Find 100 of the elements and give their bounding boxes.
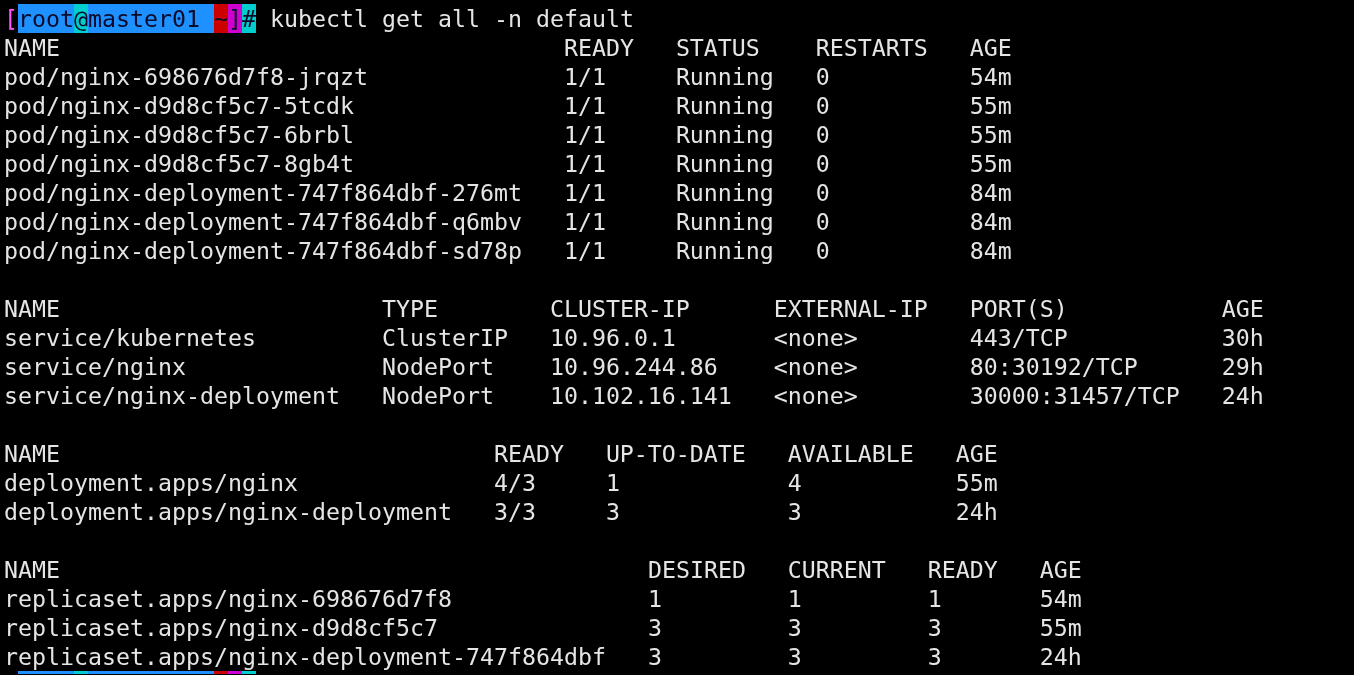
table-cell: 10.96.0.1 [549,324,676,351]
table-cell: Running [675,63,774,90]
table-cell: <none> [773,324,858,351]
column-header: EXTERNAL-IP [773,295,928,322]
table-cell: 3 [927,614,942,641]
column-header: STATUS [675,34,760,61]
column-header: AVAILABLE [787,440,914,467]
prompt-segment: root [18,4,74,33]
table-cell: 10.102.16.141 [549,382,732,409]
table-cell: pod/nginx-deployment-747f864dbf-sd78p [4,237,522,264]
table-cell: 84m [969,237,1012,264]
table-cell: 1/1 [563,237,606,264]
table-cell: 1 [647,585,662,612]
table-cell: 55m [969,150,1012,177]
prompt-segment: @ [74,4,88,33]
column-header: AGE [969,34,1012,61]
table-cell: 3 [787,643,802,670]
table-cell: 55m [969,121,1012,148]
table-cell: 54m [969,63,1012,90]
table-cell: pod/nginx-d9d8cf5c7-5tcdk [4,92,354,119]
column-header: PORT(S) [969,295,1068,322]
table-cell: <none> [773,353,858,380]
table-cell: 1/1 [563,121,606,148]
table-cell: 30h [1221,324,1264,351]
table-cell: 0 [815,237,830,264]
table-cell: 0 [815,121,830,148]
table-cell: 30000:31457/TCP [969,382,1180,409]
column-header: NAME [4,440,60,467]
table-cell: 1 [787,585,802,612]
table-cell: 1/1 [563,92,606,119]
column-header: AGE [955,440,998,467]
column-header: AGE [1039,556,1082,583]
column-header: READY [493,440,564,467]
column-header: NAME [4,295,60,322]
table-cell: 3 [647,643,662,670]
table-cell: Running [675,208,774,235]
table-cell: 0 [815,150,830,177]
table-cell: Running [675,179,774,206]
column-header: CLUSTER-IP [549,295,690,322]
column-header: NAME [4,34,60,61]
table-cell: 3/3 [493,498,536,525]
table-cell: deployment.apps/nginx-deployment [4,498,452,525]
column-header: TYPE [381,295,438,322]
table-cell: 0 [815,179,830,206]
table-cell: 4/3 [493,469,536,496]
table-cell: replicaset.apps/nginx-deployment-747f864dbf [4,643,606,670]
table-cell: 3 [927,643,942,670]
table-cell: 1/1 [563,63,606,90]
table-cell: pod/nginx-deployment-747f864dbf-q6mbv [4,208,522,235]
table-cell: 24h [955,498,998,525]
table-cell: 0 [815,92,830,119]
table-cell: 29h [1221,353,1264,380]
table-cell: Running [675,92,774,119]
table-cell: 24h [1039,643,1082,670]
table-cell: 443/TCP [969,324,1068,351]
table-cell: 0 [815,63,830,90]
table-cell: 3 [787,614,802,641]
table-cell: deployment.apps/nginx [4,469,298,496]
table-cell: 55m [1039,614,1082,641]
prompt-segment: master01 [88,4,214,33]
column-header: UP-TO-DATE [605,440,746,467]
table-cell: 1/1 [563,150,606,177]
table-cell: 3 [647,614,662,641]
table-cell: pod/nginx-698676d7f8-jrqzt [4,63,368,90]
table-cell: service/kubernetes [4,324,256,351]
column-header: RESTARTS [815,34,928,61]
column-header: READY [927,556,998,583]
table-cell: 55m [955,469,998,496]
column-header: NAME [4,556,60,583]
table-cell: NodePort [381,382,494,409]
table-cell: service/nginx-deployment [4,382,340,409]
column-header: CURRENT [787,556,886,583]
table-cell: 24h [1221,382,1264,409]
table-cell: 84m [969,208,1012,235]
table-cell: pod/nginx-deployment-747f864dbf-276mt [4,179,522,206]
table-cell: 1 [927,585,942,612]
column-header: DESIRED [647,556,746,583]
table-cell: Running [675,237,774,264]
table-cell: 3 [787,498,802,525]
table-cell: replicaset.apps/nginx-698676d7f8 [4,585,452,612]
table-cell: 0 [815,208,830,235]
table-cell: NodePort [381,353,494,380]
table-cell: 84m [969,179,1012,206]
column-header: READY [563,34,634,61]
table-cell: service/nginx [4,353,186,380]
table-cell: 54m [1039,585,1082,612]
table-cell: 55m [969,92,1012,119]
table-cell: Running [675,121,774,148]
table-cell: Running [675,150,774,177]
table-cell: 1/1 [563,179,606,206]
table-cell: pod/nginx-d9d8cf5c7-8gb4t [4,150,354,177]
table-cell: pod/nginx-d9d8cf5c7-6brbl [4,121,354,148]
table-cell: replicaset.apps/nginx-d9d8cf5c7 [4,614,438,641]
table-cell: 3 [605,498,620,525]
table-cell: 10.96.244.86 [549,353,718,380]
table-cell: <none> [773,382,858,409]
table-cell: ClusterIP [381,324,508,351]
table-cell: 1 [605,469,620,496]
table-cell: 80:30192/TCP [969,353,1138,380]
table-cell: 4 [787,469,802,496]
